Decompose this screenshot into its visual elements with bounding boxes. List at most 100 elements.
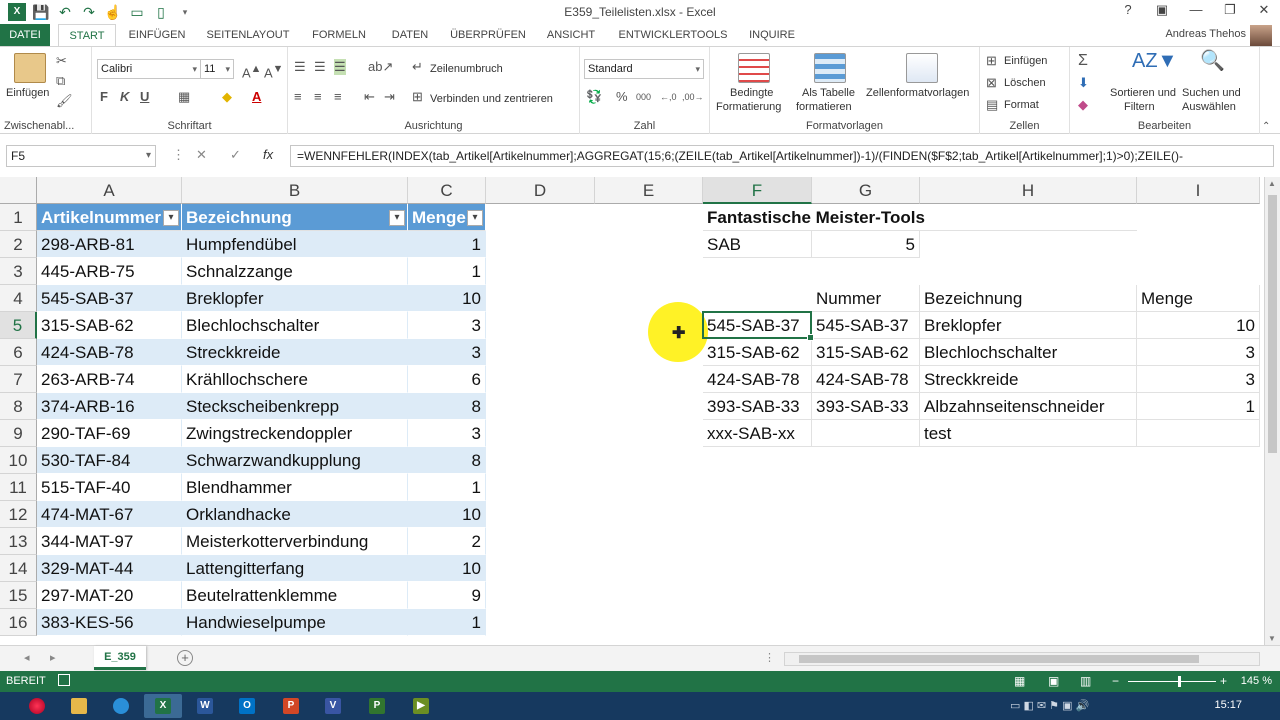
wrap-text-icon[interactable]: ↵ [412, 59, 423, 75]
find-select-button-2[interactable]: Auswählen [1182, 101, 1236, 113]
taskbar-explorer[interactable] [60, 694, 98, 718]
cell-styles-icon[interactable] [906, 53, 938, 83]
table-cell[interactable]: 3 [408, 339, 486, 366]
table-cell[interactable]: Blechlochschalter [182, 312, 408, 339]
autosum-icon[interactable]: Σ [1078, 53, 1088, 69]
align-bottom-icon[interactable]: ☰ [334, 59, 346, 75]
cell-styles-button[interactable]: Zellenformatvorlagen [866, 87, 969, 99]
taskbar-app[interactable]: ▶ [402, 694, 440, 718]
orientation-icon[interactable]: ab↗ [368, 59, 393, 75]
tab-page-layout[interactable]: SEITENLAYOUT [200, 24, 296, 46]
table-cell[interactable]: 329-MAT-44 [37, 555, 182, 582]
restore-button[interactable]: ❐ [1220, 2, 1240, 18]
result-cell[interactable]: 10 [1137, 312, 1260, 339]
underline-button[interactable]: U [140, 89, 149, 105]
result-cell[interactable]: 3 [1137, 366, 1260, 393]
formula-input[interactable]: =WENNFEHLER(INDEX(tab_Artikel[Artikelnum… [290, 145, 1274, 167]
sheet-split-icon[interactable]: ⋮ [764, 651, 775, 664]
increase-indent-icon[interactable]: ⇥ [384, 89, 395, 105]
row-header-5[interactable]: 5 [0, 312, 37, 339]
table-cell[interactable]: 9 [408, 582, 486, 609]
result-cell[interactable]: xxx-SAB-xx [703, 420, 812, 447]
result-cell[interactable] [812, 420, 920, 447]
format-as-table-icon[interactable] [814, 53, 846, 83]
tab-insert[interactable]: EINFÜGEN [122, 24, 192, 46]
tray-icons[interactable]: ▭ ◧ ✉ ⚑ ▣ 🔊 [1010, 699, 1089, 712]
column-header-f[interactable]: F [703, 177, 812, 204]
row-header-9[interactable]: 9 [0, 420, 37, 447]
table-cell[interactable]: Steckscheibenkrepp [182, 393, 408, 420]
table-cell[interactable]: 3 [408, 312, 486, 339]
fill-color-icon[interactable]: ◆ [222, 89, 232, 105]
italic-button[interactable]: K [120, 89, 129, 105]
wrap-text-button[interactable]: Zeilenumbruch [430, 63, 503, 75]
scroll-up-icon[interactable]: ▲ [1268, 179, 1276, 188]
table-cell[interactable]: 263-ARB-74 [37, 366, 182, 393]
table-cell[interactable]: 8 [408, 447, 486, 474]
table-cell[interactable]: 474-MAT-67 [37, 501, 182, 528]
table-cell[interactable]: 2 [408, 528, 486, 555]
taskbar-excel[interactable]: X [144, 694, 182, 718]
font-name-select[interactable]: Calibri [97, 59, 201, 79]
align-middle-icon[interactable]: ☰ [314, 59, 326, 75]
align-top-icon[interactable]: ☰ [294, 59, 306, 75]
table-cell[interactable]: 545-SAB-37 [37, 285, 182, 312]
merge-center-icon[interactable]: ⊞ [412, 89, 423, 105]
find-select-icon[interactable]: 🔍 [1200, 51, 1225, 71]
user-name[interactable]: Andreas Thehos [1165, 28, 1246, 40]
tab-inquire[interactable]: INQUIRE [742, 24, 802, 46]
clock[interactable]: 15:17 [1214, 699, 1242, 711]
collapse-ribbon-icon[interactable]: ⌃ [1262, 119, 1270, 135]
table-cell[interactable]: 10 [408, 501, 486, 528]
taskbar-powerpoint[interactable]: P [272, 694, 310, 718]
bold-button[interactable]: F [100, 89, 108, 105]
format-as-table-button[interactable]: Als Tabelle [802, 87, 855, 99]
table-cell[interactable]: Meisterkotterverbindung [182, 528, 408, 555]
sheet-prev-icon[interactable]: ◂ [24, 651, 30, 664]
shrink-font-icon[interactable]: A▼ [264, 61, 283, 81]
table-cell[interactable]: Schwarzwandkupplung [182, 447, 408, 474]
sort-filter-button[interactable]: Sortieren und [1110, 87, 1176, 99]
table-cell[interactable]: 298-ARB-81 [37, 231, 182, 258]
tab-file[interactable]: DATEI [0, 24, 50, 46]
table-cell[interactable]: 10 [408, 285, 486, 312]
table-cell[interactable]: 1 [408, 258, 486, 285]
zoom-slider[interactable] [1128, 681, 1216, 682]
table-cell[interactable]: Streckkreide [182, 339, 408, 366]
result-cell[interactable]: Breklopfer [920, 312, 1137, 339]
sheet-next-icon[interactable]: ▸ [50, 651, 56, 664]
result-cell[interactable]: Streckkreide [920, 366, 1137, 393]
macro-record-icon[interactable] [58, 674, 70, 686]
table-cell[interactable]: Krähllochschere [182, 366, 408, 393]
table-cell[interactable]: 530-TAF-84 [37, 447, 182, 474]
tab-view[interactable]: ANSICHT [538, 24, 604, 46]
column-header-d[interactable]: D [486, 177, 595, 204]
table-cell[interactable]: Breklopfer [182, 285, 408, 312]
taskbar-word[interactable]: W [186, 694, 224, 718]
sort-filter-button-2[interactable]: Filtern [1124, 101, 1155, 113]
table-cell[interactable]: 445-ARB-75 [37, 258, 182, 285]
table-cell[interactable]: Beutelrattenklemme [182, 582, 408, 609]
grow-font-icon[interactable]: A▲ [242, 61, 261, 81]
table-cell[interactable]: 315-SAB-62 [37, 312, 182, 339]
table-cell[interactable]: Zwingstreckendoppler [182, 420, 408, 447]
zoom-slider-knob[interactable] [1178, 676, 1181, 687]
accounting-format-icon[interactable]: 💱 [586, 89, 602, 105]
paste-icon[interactable] [14, 53, 46, 83]
table-cell[interactable]: 3 [408, 420, 486, 447]
ribbon-display-icon[interactable]: ▣ [1152, 2, 1172, 18]
copy-icon[interactable]: ⧉ [56, 73, 65, 89]
result-cell[interactable]: Albzahnseitenschneider [920, 393, 1137, 420]
table-cell[interactable]: 6 [408, 366, 486, 393]
row-header-2[interactable]: 2 [0, 231, 37, 258]
enter-icon[interactable]: ✓ [230, 147, 241, 163]
taskbar-visio[interactable]: V [314, 694, 352, 718]
cancel-icon[interactable]: ✕ [196, 147, 207, 163]
format-cells-icon[interactable]: ▤ [986, 97, 998, 113]
table-cell[interactable]: Orklandhacke [182, 501, 408, 528]
search-count-cell[interactable]: 5 [812, 231, 920, 258]
column-header-e[interactable]: E [595, 177, 703, 204]
table-cell[interactable]: 383-KES-56 [37, 609, 182, 636]
taskbar-project[interactable]: P [358, 694, 396, 718]
column-header-b[interactable]: B [182, 177, 408, 204]
